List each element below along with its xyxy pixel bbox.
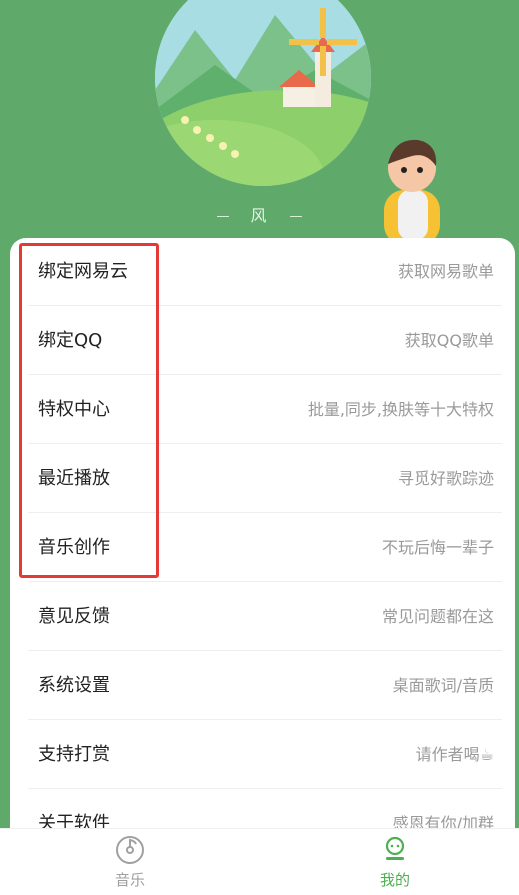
- nav-tab-music-label: 音乐: [114, 871, 145, 889]
- menu-item-label: 音乐创作: [38, 537, 110, 558]
- nav-tab-mine-label: 我的: [379, 871, 410, 889]
- menu-item-value: 请作者喝☕: [415, 745, 494, 764]
- bottom-nav: 音乐 我的: [0, 828, 519, 895]
- menu-item-donate[interactable]: 支持打赏 请作者喝☕: [28, 721, 502, 789]
- music-disc-icon: [116, 836, 144, 864]
- profile-avatar[interactable]: [155, 0, 371, 186]
- menu-item-value: 获取QQ歌单: [404, 331, 494, 350]
- menu-item-recent-play[interactable]: 最近播放 寻觅好歌踪迹: [28, 445, 502, 513]
- nav-tab-music[interactable]: 音乐: [70, 835, 190, 895]
- menu-item-privilege-center[interactable]: 特权中心 批量,同步,换肤等十大特权: [28, 376, 502, 444]
- profile-username[interactable]: 风: [250, 206, 268, 225]
- menu-item-value: 不玩后悔一辈子: [381, 538, 494, 557]
- menu-item-value: 寻觅好歌踪迹: [397, 469, 494, 488]
- menu-item-music-creation[interactable]: 音乐创作 不玩后悔一辈子: [28, 514, 502, 582]
- menu-item-label: 支持打赏: [38, 744, 110, 765]
- menu-card: 绑定网易云 获取网易歌单 绑定QQ 获取QQ歌单 特权中心 批量,同步,换肤等十…: [10, 238, 515, 838]
- menu-item-label: 意见反馈: [38, 606, 110, 627]
- divider: [289, 216, 302, 217]
- profile-header: 风: [0, 0, 519, 273]
- menu-item-label: 绑定QQ: [38, 330, 103, 351]
- menu-item-value: 获取网易歌单: [397, 262, 494, 281]
- landscape-illustration: [155, 0, 371, 186]
- menu-item-label: 最近播放: [38, 468, 110, 489]
- menu-item-feedback[interactable]: 意见反馈 常见问题都在这: [28, 583, 502, 651]
- menu-item-label: 系统设置: [38, 675, 110, 696]
- menu-item-label: 特权中心: [38, 399, 110, 420]
- user-icon: [385, 836, 405, 860]
- menu-item-bind-qq[interactable]: 绑定QQ 获取QQ歌单: [28, 307, 502, 375]
- menu-item-bind-netease[interactable]: 绑定网易云 获取网易歌单: [28, 238, 502, 306]
- divider: [217, 216, 230, 217]
- menu-item-value: 常见问题都在这: [381, 607, 494, 626]
- menu-item-system-settings[interactable]: 系统设置 桌面歌词/音质: [28, 652, 502, 720]
- menu-item-label: 绑定网易云: [38, 261, 128, 282]
- menu-item-value: 桌面歌词/音质: [392, 676, 494, 695]
- nav-tab-mine[interactable]: 我的: [335, 835, 455, 895]
- menu-item-value: 批量,同步,换肤等十大特权: [307, 400, 494, 419]
